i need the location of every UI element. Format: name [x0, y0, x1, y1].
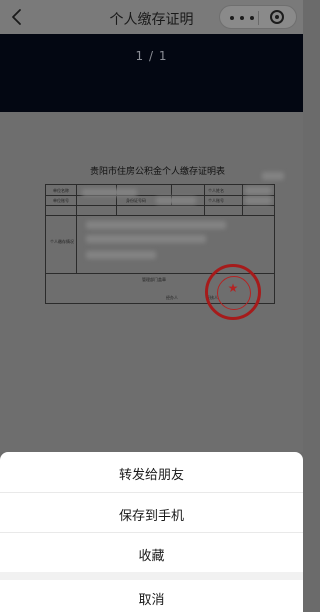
- redacted-region: [245, 187, 271, 194]
- label-personal-name: 个人姓名: [208, 188, 224, 193]
- redacted-region: [156, 197, 196, 204]
- seal-star-icon: ★: [227, 281, 239, 295]
- divider: [0, 532, 303, 533]
- label-personal-account: 个人账号: [208, 198, 224, 203]
- top-nav-bar: 个人缴存证明: [0, 0, 303, 34]
- capsule-divider: [258, 11, 259, 25]
- page-counter: 1 / 1: [135, 49, 168, 63]
- label-handler: 经办人: [166, 295, 178, 300]
- action-sheet: 转发给朋友 保存到手机 收藏 取消: [0, 452, 303, 612]
- label-deposit-status: 个人缴存情况: [50, 239, 74, 244]
- label-unit-account: 单位账号: [53, 198, 69, 203]
- miniprogram-capsule: [219, 5, 297, 29]
- redacted-region: [86, 221, 226, 229]
- redacted-region: [262, 172, 284, 180]
- redacted-region: [86, 251, 156, 259]
- label-dept-seal: 管理部门盖章: [142, 277, 166, 282]
- document-title: 贵阳市住房公积金个人缴存证明表: [90, 167, 226, 177]
- more-options-icon[interactable]: [230, 16, 254, 20]
- forward-to-friend-button[interactable]: 转发给朋友: [0, 464, 303, 483]
- close-miniprogram-icon[interactable]: [270, 10, 284, 24]
- document-preview: 贵阳市住房公积金个人缴存证明表 单位名称 单位账号 个人姓名 个人账号 身份证号…: [0, 112, 303, 452]
- redacted-region: [82, 189, 137, 196]
- redacted-region: [86, 235, 206, 243]
- save-to-phone-button[interactable]: 保存到手机: [0, 505, 303, 524]
- divider: [0, 492, 303, 493]
- favorite-button[interactable]: 收藏: [0, 545, 303, 564]
- cancel-button[interactable]: 取消: [0, 589, 303, 608]
- redacted-region: [245, 197, 271, 204]
- label-unit-name: 单位名称: [53, 188, 69, 193]
- image-viewer-header: 1 / 1: [0, 34, 303, 112]
- official-seal: ★: [205, 264, 261, 320]
- sheet-gap: [0, 572, 303, 580]
- label-id-number: 身份证号码: [126, 198, 146, 203]
